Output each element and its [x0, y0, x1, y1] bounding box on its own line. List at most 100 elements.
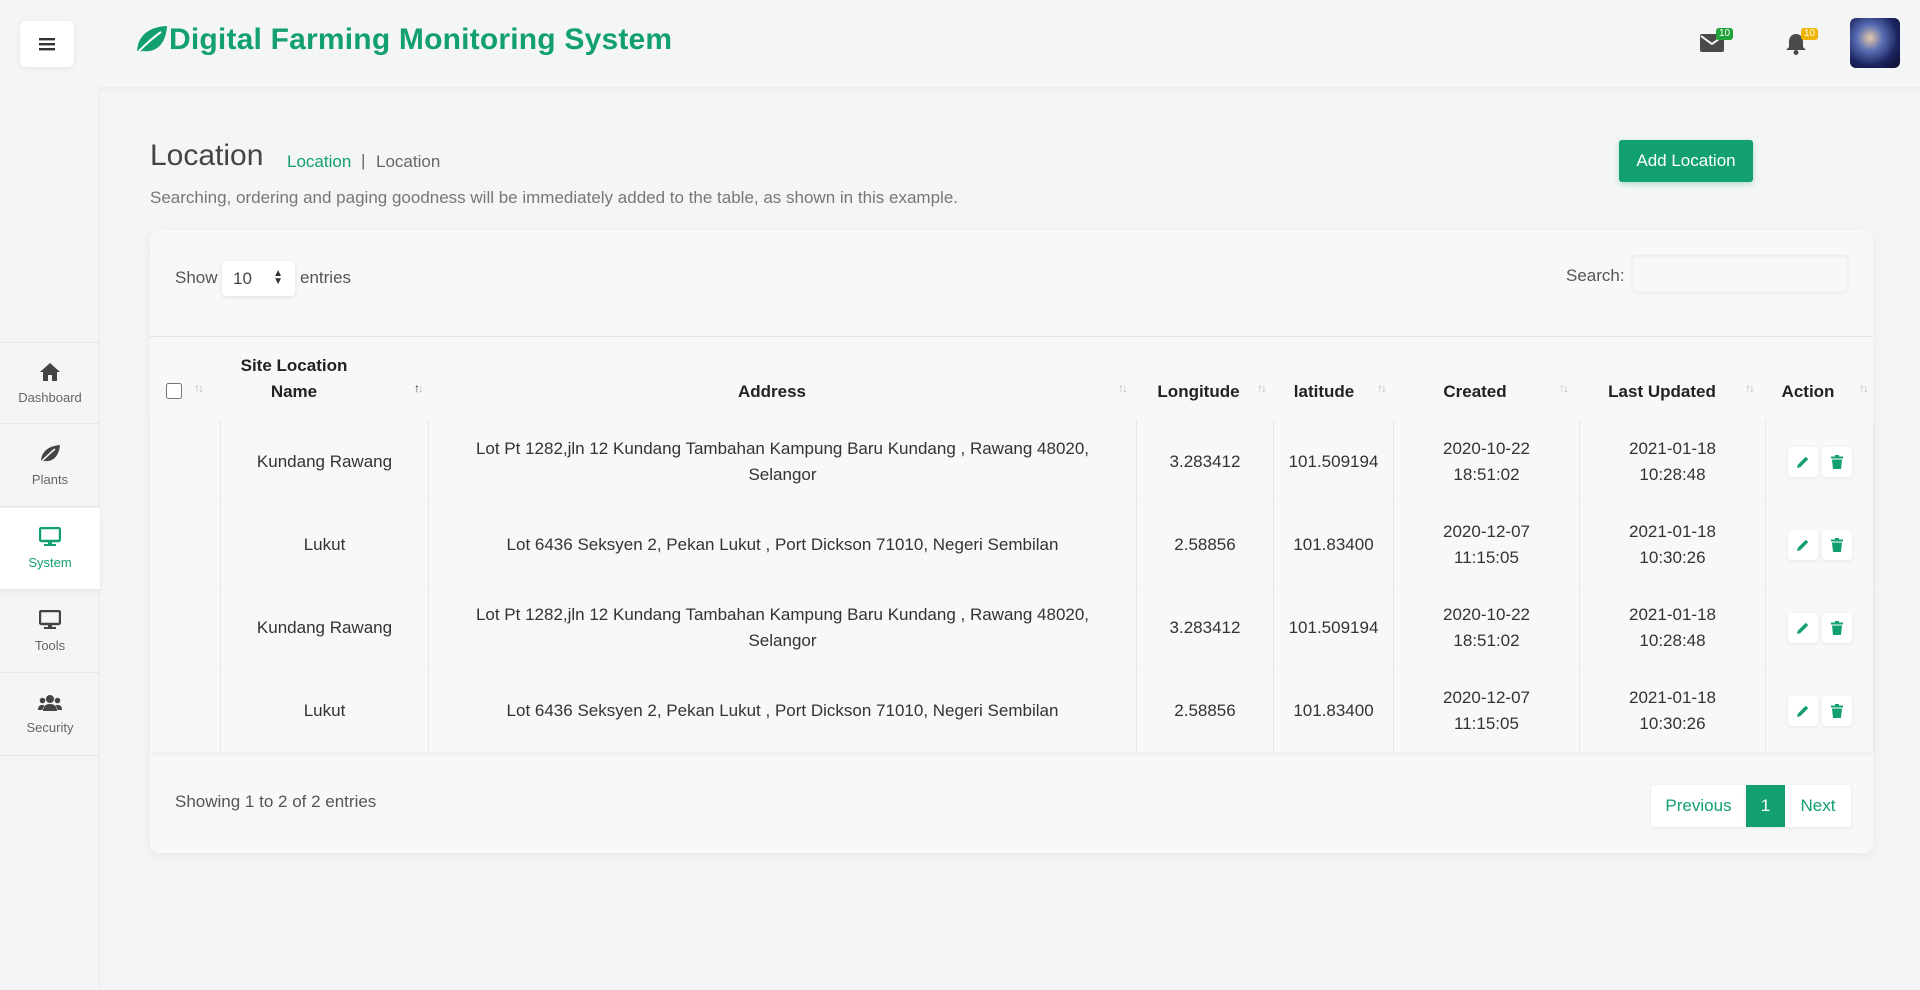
- delete-button[interactable]: [1821, 612, 1852, 643]
- time-text: 11:15:05: [1454, 713, 1519, 733]
- breadcrumb-link-location[interactable]: Location: [287, 152, 351, 172]
- edit-button[interactable]: [1787, 529, 1818, 560]
- pencil-icon: [1796, 705, 1808, 717]
- monitor-icon: [39, 527, 61, 546]
- time-text: 10:28:48: [1639, 630, 1706, 650]
- messages-button[interactable]: 10: [1700, 28, 1734, 56]
- sort-icon[interactable]: ↑↓: [1377, 375, 1387, 401]
- leaf-icon: [39, 445, 60, 464]
- breadcrumb-separator: |: [361, 151, 366, 170]
- sort-icon[interactable]: ↑↓: [1118, 375, 1128, 401]
- delete-button[interactable]: [1821, 695, 1852, 726]
- edit-button[interactable]: [1787, 446, 1818, 477]
- select-all-header: ↑↓: [150, 337, 220, 421]
- sidebar-item-tools[interactable]: Tools: [0, 591, 100, 673]
- updated-cell: 2021-01-18 10:30:26: [1579, 503, 1765, 586]
- header-line: Name: [270, 382, 318, 401]
- created-cell: 2020-12-07 11:15:05: [1393, 669, 1579, 752]
- header-label: Created: [1443, 382, 1507, 401]
- edit-button[interactable]: [1787, 612, 1818, 643]
- menu-toggle-button[interactable]: [20, 21, 74, 67]
- sidebar-item-plants[interactable]: Plants: [0, 425, 100, 507]
- table-row[interactable]: Lukut Lot 6436 Seksyen 2, Pekan Lukut , …: [150, 669, 1873, 752]
- sidebar-item-label: Dashboard: [18, 389, 82, 405]
- next-page-button[interactable]: Next: [1785, 785, 1851, 827]
- date-text: 2020-10-22: [1443, 438, 1530, 458]
- row-select-cell: [150, 420, 220, 503]
- edit-button[interactable]: [1787, 695, 1818, 726]
- date-text: 2020-12-07: [1443, 687, 1530, 707]
- table-row[interactable]: Lukut Lot 6436 Seksyen 2, Pekan Lukut , …: [150, 503, 1873, 586]
- header-label: latitude: [1293, 382, 1355, 401]
- page-description: Searching, ordering and paging goodness …: [150, 188, 958, 207]
- pencil-icon: [1796, 456, 1808, 468]
- users-icon: [38, 695, 62, 711]
- entries-label: entries: [300, 268, 352, 287]
- page-size-select[interactable]: 10 ▲ ▼: [222, 261, 295, 296]
- trash-icon: [1830, 454, 1843, 469]
- table-row[interactable]: Kundang Rawang Lot Pt 1282,jln 12 Kundan…: [150, 420, 1873, 503]
- delete-button[interactable]: [1821, 529, 1852, 560]
- header-line: Site Location: [240, 356, 348, 375]
- sidebar-item-dashboard[interactable]: Dashboard: [0, 342, 100, 424]
- sort-icon[interactable]: ↑↓: [1559, 375, 1569, 401]
- column-header-longitude[interactable]: Longitude ↑↓: [1136, 337, 1273, 421]
- page-1-button[interactable]: 1: [1746, 785, 1785, 827]
- previous-page-button[interactable]: Previous: [1651, 785, 1746, 827]
- table-row[interactable]: Kundang Rawang Lot Pt 1282,jln 12 Kundan…: [150, 586, 1873, 669]
- sidebar-item-system[interactable]: System: [0, 508, 100, 590]
- sort-icon[interactable]: ↑↓: [194, 375, 204, 401]
- date-text: 2021-01-18: [1629, 604, 1716, 624]
- sidebar: Dashboard Plants System Tools Security: [0, 87, 100, 990]
- notifications-button[interactable]: 10: [1785, 28, 1819, 56]
- sort-icon[interactable]: ↑↓: [1745, 375, 1755, 401]
- site-name-cell: Kundang Rawang: [220, 420, 428, 503]
- time-text: 18:51:02: [1453, 464, 1520, 484]
- time-text: 10:30:26: [1639, 713, 1706, 733]
- sidebar-item-label: Security: [26, 720, 74, 735]
- user-avatar[interactable]: [1850, 18, 1900, 68]
- pencil-icon: [1796, 622, 1808, 634]
- created-cell: 2020-10-22 18:51:02: [1393, 586, 1579, 669]
- search-input[interactable]: [1632, 255, 1848, 292]
- sort-asc-icon[interactable]: ↑↓: [414, 375, 424, 401]
- top-bar: Digital Farming Monitoring System 10 10: [0, 0, 1920, 87]
- sidebar-item-security[interactable]: Security: [0, 674, 100, 756]
- site-name-cell: Kundang Rawang: [220, 586, 428, 669]
- column-header-created[interactable]: Created ↑↓: [1393, 337, 1579, 421]
- time-text: 10:28:48: [1639, 464, 1706, 484]
- leaf-logo-icon: [134, 26, 167, 56]
- updated-cell: 2021-01-18 10:28:48: [1579, 420, 1765, 503]
- row-select-cell: [150, 586, 220, 669]
- sort-icon[interactable]: ↑↓: [1257, 375, 1267, 401]
- date-text: 2020-10-22: [1443, 604, 1530, 624]
- column-header-action[interactable]: Action ↑↓: [1765, 337, 1873, 421]
- pagination: Previous 1 Next: [1651, 785, 1851, 827]
- messages-count-badge: 10: [1716, 28, 1734, 40]
- address-cell: Lot Pt 1282,jln 12 Kundang Tambahan Kamp…: [428, 420, 1136, 503]
- sort-icon[interactable]: ↑↓: [1859, 375, 1869, 401]
- column-header-address[interactable]: Address ↑↓: [428, 337, 1136, 421]
- latitude-cell: 101.83400: [1273, 669, 1393, 752]
- updated-cell: 2021-01-18 10:28:48: [1579, 586, 1765, 669]
- trash-icon: [1830, 537, 1843, 552]
- app-brand[interactable]: Digital Farming Monitoring System: [133, 18, 672, 62]
- column-header-site-name[interactable]: Site Location Name ↑↓: [220, 337, 428, 421]
- row-select-cell: [150, 503, 220, 586]
- select-all-checkbox[interactable]: [166, 383, 182, 399]
- add-location-button[interactable]: Add Location: [1619, 140, 1753, 182]
- delete-button[interactable]: [1821, 446, 1852, 477]
- breadcrumb-current: Location: [376, 152, 441, 171]
- header-label: Address: [737, 382, 807, 401]
- site-name-cell: Lukut: [220, 669, 428, 752]
- date-text: 2021-01-18: [1629, 687, 1716, 707]
- site-name-cell: Lukut: [220, 503, 428, 586]
- column-header-latitude[interactable]: latitude ↑↓: [1273, 337, 1393, 421]
- latitude-cell: 101.509194: [1273, 586, 1393, 669]
- sidebar-item-label: System: [28, 555, 72, 570]
- longitude-cell: 2.58856: [1136, 669, 1273, 752]
- latitude-cell: 101.509194: [1273, 420, 1393, 503]
- header-label: Longitude: [1157, 382, 1240, 401]
- column-header-last-updated[interactable]: Last Updated ↑↓: [1579, 337, 1765, 421]
- created-cell: 2020-12-07 11:15:05: [1393, 503, 1579, 586]
